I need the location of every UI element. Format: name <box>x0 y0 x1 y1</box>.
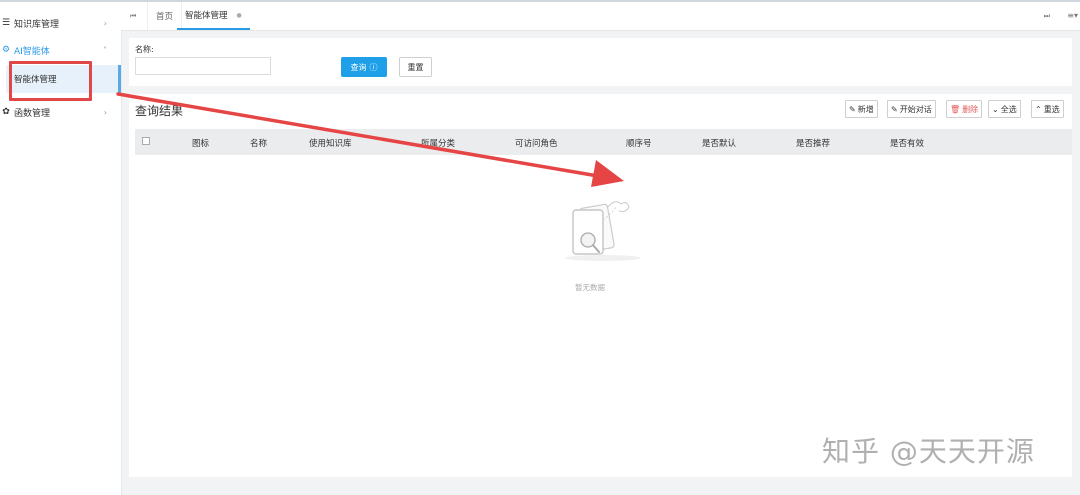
start-chat-button[interactable]: ✎ 开始对话 <box>887 100 936 118</box>
column-header-name[interactable]: 名称 <box>250 137 267 149</box>
search-panel: 名称: 查询 ⓘ 重置 <box>129 38 1072 86</box>
column-header-order[interactable]: 顺序号 <box>626 137 652 149</box>
empty-data-illustration <box>565 201 641 261</box>
delete-button-label: 删除 <box>962 104 979 114</box>
add-button-label: 新增 <box>857 104 874 114</box>
sidebar-item-label: 函数管理 <box>14 108 51 119</box>
watermark: 知乎 @天天开源 <box>822 435 1035 468</box>
select-all-button-label: 全选 <box>1000 104 1017 114</box>
scroll-last-icon[interactable]: ⏭ <box>1044 12 1050 21</box>
start-chat-button-label: 开始对话 <box>899 104 932 114</box>
column-header-knowledge-base[interactable]: 使用知识库 <box>309 137 352 149</box>
sidebar-item-label: AI智能体 <box>14 46 50 57</box>
select-all-button[interactable]: ⌄ 全选 <box>988 100 1021 118</box>
column-header-category[interactable]: 所属分类 <box>421 137 455 149</box>
annotation-highlight-box <box>9 61 92 101</box>
pencil-icon: ✎ <box>891 104 898 114</box>
add-button[interactable]: ✎ 新增 <box>845 100 878 118</box>
chevron-right-icon: › <box>103 107 107 117</box>
reselect-button[interactable]: ⌃ 重选 <box>1031 100 1064 118</box>
name-label: 名称: <box>135 45 154 54</box>
name-input[interactable] <box>135 57 271 75</box>
close-icon[interactable]: ● <box>237 12 242 19</box>
query-button[interactable]: 查询 ⓘ <box>341 57 387 77</box>
trash-icon: 🗑 <box>950 104 961 114</box>
robot-icon: ⚙ <box>1 45 11 55</box>
column-header-is-recommended[interactable]: 是否推荐 <box>796 137 830 149</box>
info-icon: ⓘ <box>369 62 378 72</box>
tabs-bar: ⏮ 首页 智能体管理 ● ⏭ ≡▾ <box>121 2 1080 31</box>
reset-button[interactable]: 重置 <box>399 57 432 77</box>
column-header-icon[interactable]: 图标 <box>192 137 209 149</box>
reselect-button-label: 重选 <box>1043 104 1060 114</box>
gear-icon: ✿ <box>2 107 10 117</box>
table-header: 图标 名称 使用知识库 所属分类 可访问角色 顺序号 是否默认 是否推荐 是否有… <box>135 129 1072 155</box>
tab-label: 智能体管理 <box>185 11 228 21</box>
chevron-right-icon: › <box>103 18 107 28</box>
results-title: 查询结果 <box>135 104 184 118</box>
tab-label: 首页 <box>156 12 174 22</box>
tab-agent-management[interactable]: 智能体管理 ● <box>177 2 250 30</box>
tabs-menu-icon[interactable]: ≡▾ <box>1067 11 1078 20</box>
results-panel: 查询结果 ✎ 新增 ✎ 开始对话 🗑 删除 ⌄ 全选 ⌃ 重选 图标 名称 使用… <box>129 94 1072 477</box>
column-header-is-valid[interactable]: 是否有效 <box>890 137 924 149</box>
column-header-is-default[interactable]: 是否默认 <box>702 137 736 149</box>
sidebar-item-knowledge-base[interactable]: ☰ 知识库管理 › <box>0 8 121 38</box>
list-icon: ☰ <box>1 18 11 28</box>
select-all-checkbox[interactable] <box>142 137 150 145</box>
sidebar-item-function-management[interactable]: ✿ 函数管理 › <box>0 97 121 127</box>
empty-data-text: 暂无数据 <box>575 283 605 292</box>
scroll-first-icon[interactable]: ⏮ <box>130 12 136 21</box>
sidebar-item-label: 知识库管理 <box>14 19 60 30</box>
pencil-icon: ✎ <box>849 104 856 114</box>
chevron-down-icon: ˅ <box>103 45 107 55</box>
chevron-down-icon: ⌄ <box>992 104 999 114</box>
column-header-roles[interactable]: 可访问角色 <box>515 137 558 149</box>
query-button-label: 查询 <box>350 62 367 72</box>
chevron-up-icon: ⌃ <box>1035 104 1042 114</box>
delete-button[interactable]: 🗑 删除 <box>946 100 983 118</box>
